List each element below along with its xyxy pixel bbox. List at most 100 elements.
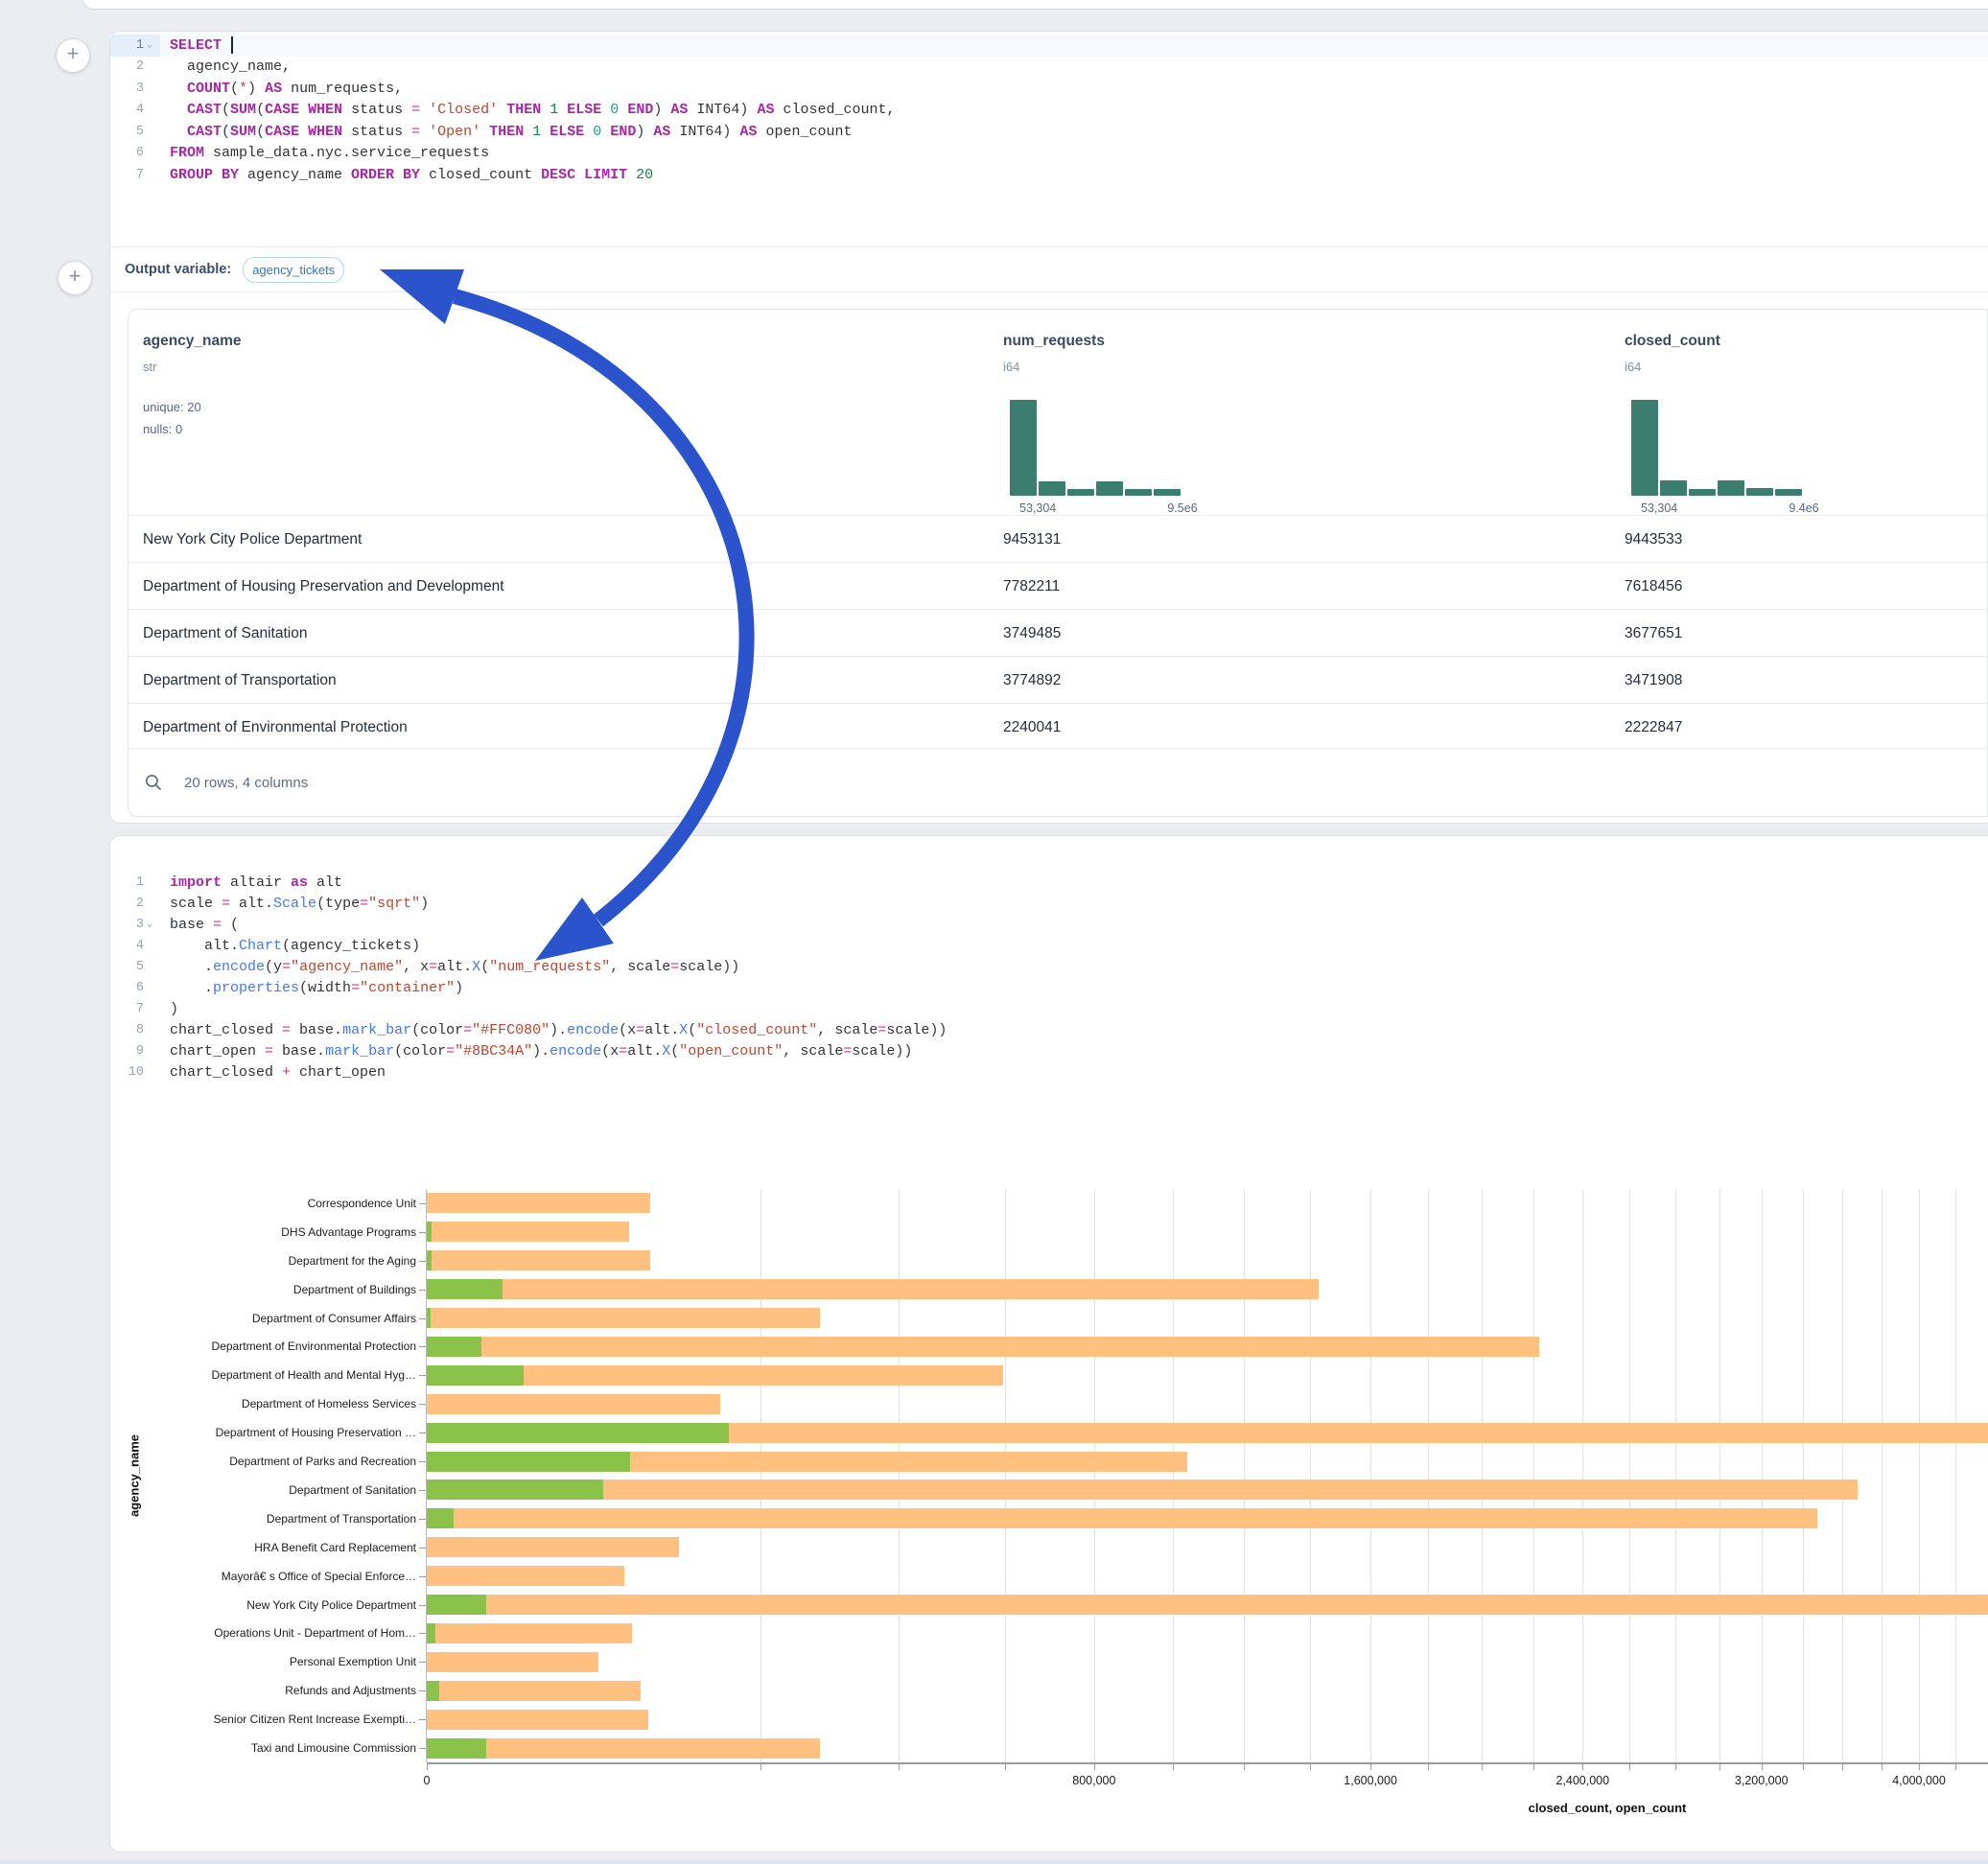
- y-axis-line: [426, 1189, 427, 1762]
- gridline: [1919, 1189, 1920, 1762]
- gridline: [1428, 1189, 1429, 1762]
- closed-count-bar: [427, 1308, 820, 1328]
- table-cell: 2222847: [1625, 719, 1682, 736]
- open-count-bar: [427, 1623, 435, 1643]
- column-histogram: [1631, 394, 1802, 496]
- x-tick: [427, 1764, 428, 1770]
- y-category-label: Department of Parks and Recreation: [153, 1455, 416, 1468]
- line-number: 1: [136, 38, 144, 53]
- x-axis-line: [427, 1762, 1988, 1764]
- closed-count-bar: [427, 1652, 598, 1672]
- x-tick: [1005, 1764, 1006, 1770]
- output-variable-value: agency_tickets: [252, 263, 335, 277]
- y-axis-title: agency_name: [128, 1434, 142, 1517]
- table-row[interactable]: Department of Transportation377489234719…: [129, 656, 1987, 704]
- gridline: [1005, 1189, 1006, 1762]
- code-text: .properties(width="container"): [160, 980, 463, 996]
- line-number: 2: [136, 59, 144, 74]
- y-category-label: Department of Sanitation: [153, 1483, 416, 1497]
- y-category-label: HRA Benefit Card Replacement: [153, 1541, 416, 1554]
- histogram-bar: [1096, 481, 1123, 496]
- code-text: base = (: [160, 917, 239, 933]
- column-coltype: str: [143, 360, 156, 374]
- column-colname[interactable]: agency_name: [143, 333, 242, 350]
- code-line: 4 CAST(SUM(CASE WHEN status = 'Closed' T…: [110, 100, 1988, 122]
- x-tick: [1533, 1764, 1534, 1770]
- add-cell-button-top[interactable]: +: [56, 38, 90, 73]
- y-category-label: Mayorâ€ s Office of Special Enforce…: [153, 1570, 416, 1583]
- line-number: 1: [136, 875, 144, 890]
- column-histlab: 9.4e6: [1789, 501, 1818, 515]
- gridline: [1629, 1189, 1630, 1762]
- table-cell: 9443533: [1625, 531, 1682, 548]
- line-number: 3: [136, 918, 144, 932]
- gridline: [1094, 1189, 1095, 1762]
- add-cell-button-middle[interactable]: +: [58, 261, 92, 295]
- table-row[interactable]: Department of Sanitation37494853677651: [129, 609, 1987, 657]
- code-text: .encode(y="agency_name", x=alt.X("num_re…: [160, 959, 739, 975]
- column-colname[interactable]: num_requests: [1003, 333, 1105, 350]
- code-line: 1⌄SELECT: [110, 35, 1988, 57]
- code-line: 10chart_closed + chart_open: [110, 1062, 1988, 1083]
- closed-count-bar: [427, 1337, 1539, 1357]
- code-text: FROM sample_data.nyc.service_requests: [160, 145, 489, 161]
- x-tick-label: 1,600,000: [1344, 1774, 1397, 1787]
- gridline: [1173, 1189, 1174, 1762]
- x-tick-label: 3,200,000: [1735, 1774, 1789, 1787]
- y-tick: [419, 1633, 426, 1634]
- text-cursor: [231, 36, 233, 54]
- y-category-label: New York City Police Department: [153, 1598, 416, 1612]
- y-tick: [419, 1662, 426, 1663]
- histogram-bar: [1125, 489, 1152, 496]
- column-histogram: [1010, 394, 1181, 496]
- x-tick: [1094, 1764, 1095, 1770]
- open-count-bar: [427, 1681, 439, 1701]
- code-line: 1import altair as alt: [110, 872, 1988, 893]
- code-text: chart_closed + chart_open: [160, 1064, 386, 1081]
- closed-count-bar: [427, 1681, 641, 1701]
- code-line: 9chart_open = base.mark_bar(color="#8BC3…: [110, 1041, 1988, 1062]
- line-number: 6: [136, 981, 144, 995]
- closed-count-bar: [427, 1623, 632, 1643]
- x-tick: [760, 1764, 761, 1770]
- column-colstat: nulls: 0: [143, 422, 182, 436]
- x-tick: [1428, 1764, 1429, 1770]
- code-line: 3 COUNT(*) AS num_requests,: [110, 78, 1988, 100]
- table-row[interactable]: Department of Housing Preservation and D…: [129, 562, 1987, 610]
- output-variable-pill[interactable]: agency_tickets: [243, 257, 344, 283]
- line-number: 7: [136, 168, 144, 182]
- code-line: 2 agency_name,: [110, 57, 1988, 79]
- code-text: chart_closed = base.mark_bar(color="#FFC…: [160, 1022, 947, 1038]
- histogram-bar: [1010, 400, 1037, 496]
- x-tick: [1675, 1764, 1676, 1770]
- line-number: 7: [136, 1002, 144, 1016]
- table-cell: 3677651: [1625, 625, 1682, 642]
- column-coltype: i64: [1625, 360, 1641, 374]
- y-tick: [419, 1719, 426, 1720]
- x-tick: [1173, 1764, 1174, 1770]
- y-tick: [419, 1346, 426, 1347]
- code-line: 6FROM sample_data.nyc.service_requests: [110, 143, 1988, 165]
- fold-chevron-icon[interactable]: ⌄: [144, 39, 155, 51]
- y-category-label: DHS Advantage Programs: [153, 1225, 416, 1239]
- table-cell: 9453131: [1003, 531, 1061, 548]
- y-tick: [419, 1404, 426, 1405]
- search-icon[interactable]: [144, 773, 163, 792]
- y-category-label: Taxi and Limousine Commission: [153, 1741, 416, 1755]
- y-tick: [419, 1232, 426, 1233]
- closed-count-bar: [427, 1279, 1319, 1299]
- table-cell: 2240041: [1003, 719, 1061, 736]
- table-row[interactable]: New York City Police Department945313194…: [129, 515, 1987, 563]
- column-colname[interactable]: closed_count: [1625, 333, 1720, 350]
- y-tick: [419, 1461, 426, 1462]
- histogram-bar: [1631, 400, 1658, 496]
- python-editor[interactable]: 1import altair as alt2scale = alt.Scale(…: [110, 872, 1988, 1083]
- x-axis-title: closed_count, open_count: [1529, 1801, 1687, 1815]
- sql-editor[interactable]: 1⌄SELECT 2 agency_name,3 COUNT(*) AS num…: [110, 35, 1988, 186]
- table-row[interactable]: Department of Environmental Protection22…: [129, 703, 1987, 751]
- column-colstat: unique: 20: [143, 400, 201, 414]
- fold-chevron-icon[interactable]: ⌄: [144, 919, 155, 930]
- histogram-bar: [1718, 480, 1744, 496]
- table-cell: Department of Housing Preservation and D…: [143, 578, 504, 595]
- gridline: [1675, 1189, 1676, 1762]
